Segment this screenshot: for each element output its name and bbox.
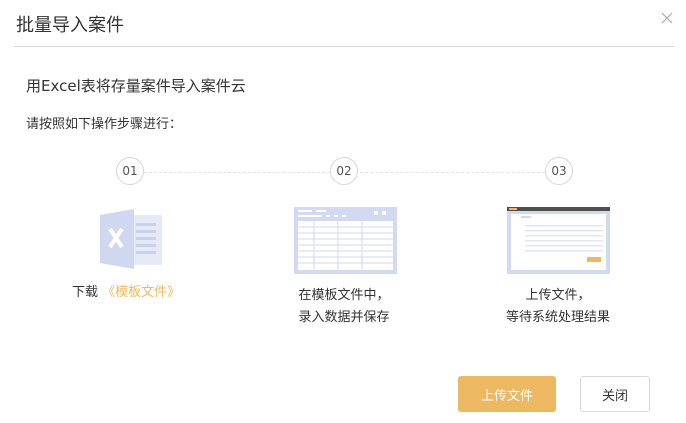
step-3-text: 上传文件， 等待系统处理结果 bbox=[497, 285, 619, 329]
step-2-text: 在模板文件中， 录入数据并保存 bbox=[296, 285, 392, 329]
close-icon[interactable] bbox=[659, 10, 675, 26]
step-1-text: 下载 《模板文件》 bbox=[72, 282, 180, 304]
step-number: 01 bbox=[116, 157, 144, 185]
import-cases-dialog: 批量导入案件 用Excel表将存量案件导入案件云 请按照如下操作步骤进行： 01… bbox=[0, 0, 686, 423]
step-1-prefix: 下载 bbox=[72, 285, 99, 300]
lead-text: 用Excel表将存量案件导入案件云 bbox=[26, 77, 246, 95]
step-3-line2: 等待系统处理结果 bbox=[505, 310, 610, 325]
step-number: 03 bbox=[545, 157, 573, 185]
spreadsheet-icon bbox=[294, 207, 397, 274]
step-2-line2: 录入数据并保存 bbox=[298, 310, 390, 325]
step-3-line1: 上传文件， bbox=[525, 288, 591, 303]
instruction-text: 请按照如下操作步骤进行： bbox=[26, 117, 183, 132]
dialog-title: 批量导入案件 bbox=[16, 15, 124, 36]
upload-window-icon bbox=[507, 207, 610, 274]
step-2-line1: 在模板文件中， bbox=[298, 288, 390, 303]
upload-file-button[interactable]: 上传文件 bbox=[458, 376, 556, 412]
step-number: 02 bbox=[330, 157, 358, 185]
excel-icon bbox=[100, 209, 164, 269]
step-connector bbox=[144, 172, 330, 173]
close-button[interactable]: 关闭 bbox=[580, 376, 650, 412]
step-connector bbox=[360, 172, 545, 173]
header-divider bbox=[14, 46, 674, 47]
template-file-link[interactable]: 《模板文件》 bbox=[102, 285, 180, 300]
